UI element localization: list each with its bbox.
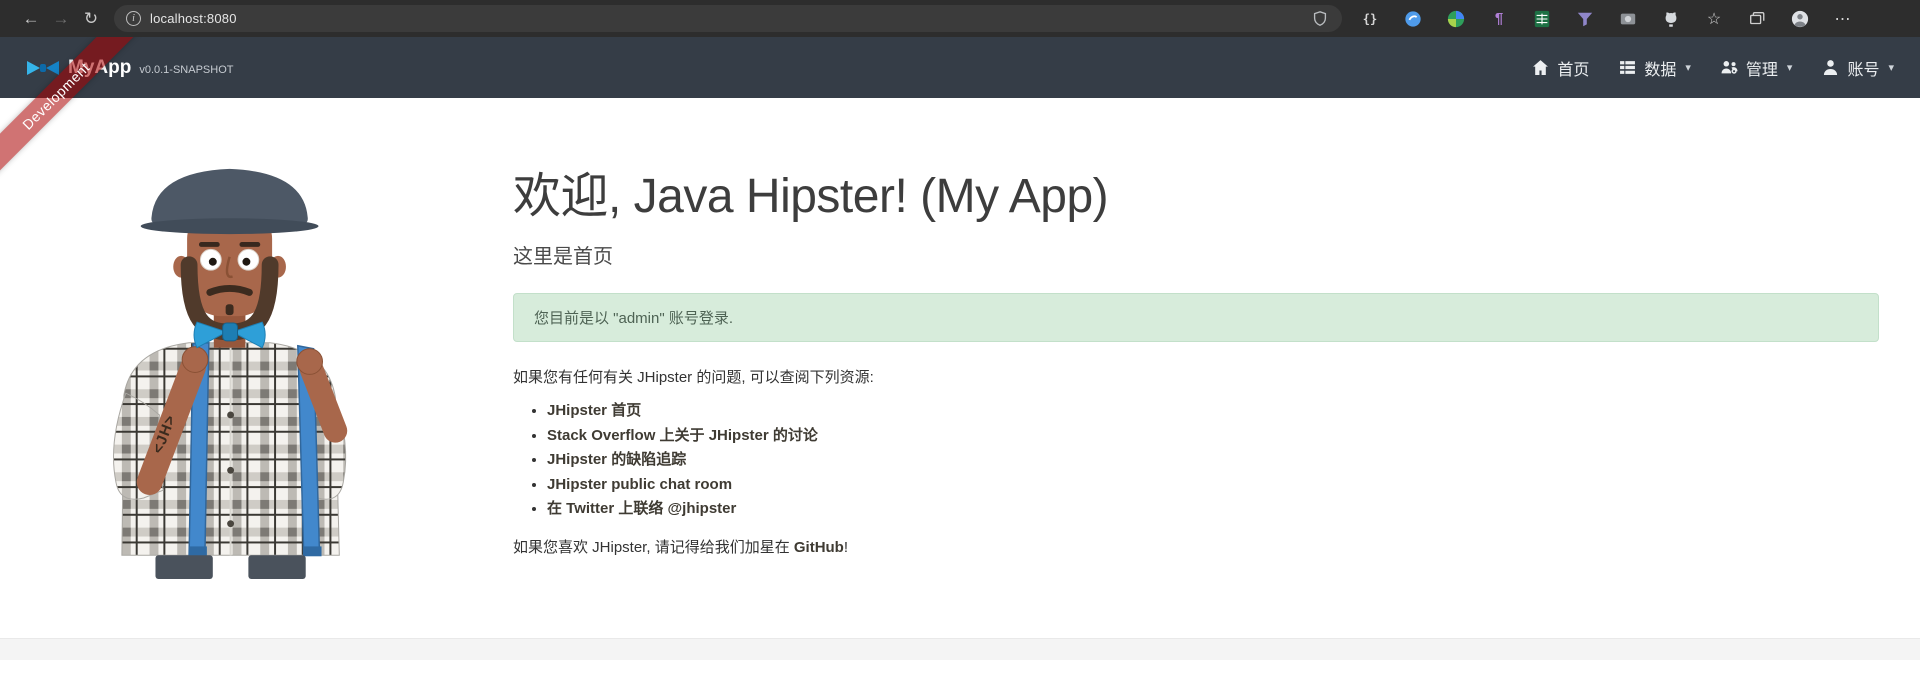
nav-administration-label: 管理 (1745, 61, 1778, 79)
app-version: v0.0.1-SNAPSHOT (139, 63, 234, 76)
site-info-icon[interactable]: i (126, 11, 141, 26)
browser-menu-icon[interactable]: ⋯ (1833, 9, 1853, 29)
list-item: JHipster public chat room (547, 473, 1879, 498)
blue-extension-icon[interactable] (1403, 9, 1423, 29)
forward-button[interactable]: → (46, 4, 76, 34)
link-bugtracker[interactable]: JHipster 的缺陷追踪 (547, 451, 686, 468)
url-text[interactable]: localhost:8080 (150, 11, 1301, 26)
resources-list: JHipster 首页 Stack Overflow 上关于 JHipster … (513, 399, 1879, 522)
nav-home[interactable]: 首页 (1532, 56, 1589, 80)
logged-in-alert: 您目前是以 "admin" 账号登录. (513, 293, 1879, 342)
collections-icon[interactable] (1747, 9, 1767, 29)
favorites-icon[interactable]: ☆ (1704, 9, 1724, 29)
link-jhipster-home[interactable]: JHipster 首页 (547, 402, 641, 419)
pilcrow-extension-icon[interactable]: ¶ (1489, 9, 1509, 29)
nav-account-label: 账号 (1847, 61, 1880, 79)
color-wheel-extension-icon[interactable] (1446, 9, 1466, 29)
capture-extension-icon[interactable] (1618, 9, 1638, 29)
back-button[interactable]: ← (16, 4, 46, 34)
nav-account[interactable]: 账号 ▾ (1822, 56, 1894, 80)
link-stackoverflow[interactable]: Stack Overflow 上关于 JHipster 的讨论 (547, 427, 818, 444)
page-footer (0, 638, 1920, 660)
refresh-button[interactable]: ↻ (76, 4, 106, 34)
home-icon (1533, 60, 1549, 75)
user-icon (1824, 60, 1838, 75)
table-list-icon (1620, 61, 1636, 74)
nav-home-label: 首页 (1557, 61, 1590, 79)
chevron-down-icon: ▾ (1786, 62, 1793, 74)
list-item: JHipster 的缺陷追踪 (547, 448, 1879, 473)
github-star-text: 如果您喜欢 JHipster, 请记得给我们加星在 GitHub! (513, 536, 1879, 557)
code-braces-extension-icon[interactable]: {} (1360, 9, 1380, 29)
navbar-menu: 首页 数据 ▾ 管理 ▾ 账号 ▾ (1532, 56, 1894, 80)
profile-avatar[interactable] (1790, 9, 1810, 29)
list-item: Stack Overflow 上关于 JHipster 的讨论 (547, 424, 1879, 449)
tracking-prevention-shield-icon[interactable] (1310, 9, 1330, 29)
address-bar[interactable]: i localhost:8080 (114, 5, 1342, 32)
users-gear-icon (1721, 61, 1738, 74)
list-item: JHipster 首页 (547, 399, 1879, 424)
logged-in-alert-text: 您目前是以 "admin" 账号登录. (534, 310, 734, 327)
chevron-down-icon: ▾ (1685, 62, 1691, 74)
app-viewport: MyApp v0.0.1-SNAPSHOT 首页 数据 ▾ 管理 ▾ 账号 ▾ (0, 37, 1920, 660)
link-chat-room[interactable]: JHipster public chat room (547, 476, 732, 493)
home-content: 欢迎, Java Hipster! (My App) 这里是首页 您目前是以 "… (513, 156, 1879, 586)
filter-extension-icon[interactable] (1575, 9, 1595, 29)
jhipster-mascot-image: <JH> (110, 156, 367, 586)
github-extension-icon[interactable] (1661, 9, 1681, 29)
chevron-down-icon: ▾ (1888, 62, 1894, 74)
home-page: <JH> 欢迎, Java Hipster! (My App) 这里是首页 您目… (0, 98, 1920, 586)
nav-entities[interactable]: 数据 ▾ (1619, 56, 1691, 80)
github-star-suffix: ! (843, 538, 849, 556)
app-navbar: MyApp v0.0.1-SNAPSHOT 首页 数据 ▾ 管理 ▾ 账号 ▾ (0, 37, 1920, 98)
list-item: 在 Twitter 上联络 @jhipster (547, 497, 1879, 522)
github-link[interactable]: GitHub (794, 539, 844, 556)
link-twitter[interactable]: 在 Twitter 上联络 @jhipster (547, 500, 736, 517)
github-star-prefix: 如果您喜欢 JHipster, 请记得给我们加星在 (513, 538, 794, 556)
nav-administration[interactable]: 管理 ▾ (1721, 56, 1793, 80)
resources-intro: 如果您有任何有关 JHipster 的问题, 可以查阅下列资源: (513, 369, 874, 386)
browser-toolbar: ← → ↻ i localhost:8080 {} ¶ ☆ ⋯ (0, 0, 1920, 37)
page-subtitle: 这里是首页 (513, 246, 613, 268)
nav-entities-label: 数据 (1644, 61, 1677, 79)
extensions-toolbar: {} ¶ ☆ ⋯ (1360, 9, 1853, 29)
spreadsheet-extension-icon[interactable] (1532, 9, 1552, 29)
page-title: 欢迎, Java Hipster! (My App) (513, 170, 1109, 223)
jhipster-logo-icon (27, 60, 59, 75)
